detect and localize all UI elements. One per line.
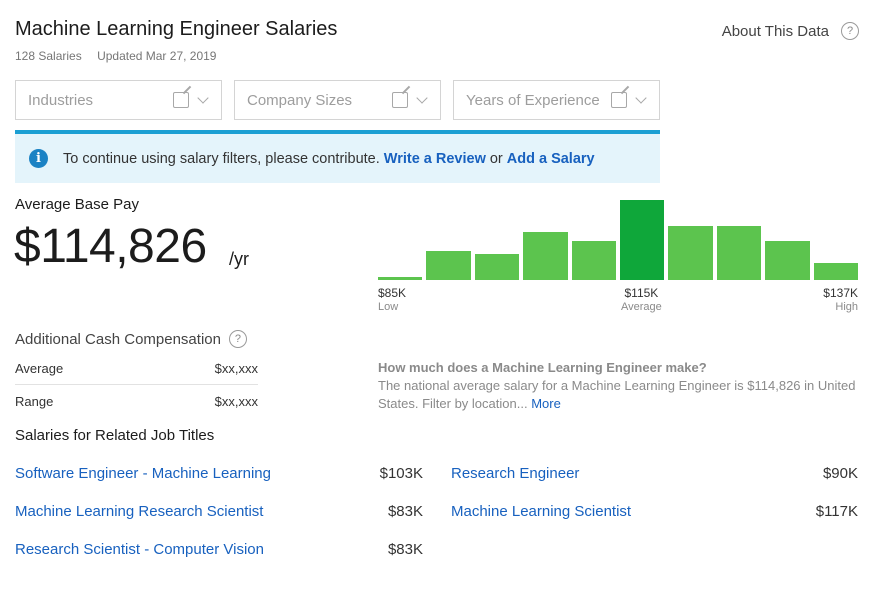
related-job-link[interactable]: Software Engineer - Machine Learning — [15, 465, 271, 482]
histogram-low: $85K Low — [378, 286, 406, 313]
how-much-section: How much does a Machine Learning Enginee… — [378, 359, 858, 413]
histogram-bar — [765, 240, 810, 280]
histogram-bar — [668, 226, 713, 280]
info-icon: i — [29, 149, 48, 168]
filter-years-experience[interactable]: Years of Experience — [453, 80, 660, 120]
help-icon[interactable]: ? — [841, 22, 859, 40]
about-data-link[interactable]: About This Data ? — [722, 22, 859, 40]
filter-years-experience-label: Years of Experience — [466, 91, 600, 109]
updated-date: Updated Mar 27, 2019 — [97, 49, 217, 63]
filter-company-sizes-label: Company Sizes — [247, 91, 353, 109]
additional-comp-range-row: Range $xx,xxx — [15, 394, 258, 409]
additional-comp-label: Additional Cash Compensation — [15, 330, 221, 348]
filter-company-sizes[interactable]: Company Sizes — [234, 80, 441, 120]
histogram-low-value: $85K — [378, 286, 407, 300]
page-subtitle: 128 Salaries Updated Mar 27, 2019 — [15, 49, 216, 63]
additional-comp-title: Additional Cash Compensation ? — [15, 330, 247, 348]
histogram-bar — [571, 240, 616, 280]
related-job-link[interactable]: Machine Learning Research Scientist — [15, 503, 263, 520]
contribute-banner: i To continue using salary filters, plea… — [15, 130, 660, 183]
histogram-bar — [474, 254, 520, 280]
related-job-pay: $83K — [387, 503, 423, 520]
how-much-question: How much does a Machine Learning Enginee… — [378, 360, 707, 375]
additional-comp-average-row: Average $xx,xxx — [15, 361, 258, 376]
histogram-high: $137K High — [823, 286, 858, 313]
banner-text: To continue using salary filters, please… — [63, 150, 380, 167]
filter-industries-label: Industries — [28, 91, 94, 109]
histogram-bar — [426, 251, 471, 280]
related-job-link[interactable]: Machine Learning Scientist — [451, 503, 631, 520]
banner-or: or — [489, 150, 503, 167]
average-base-pay-unit: /yr — [229, 249, 249, 269]
filter-industries[interactable]: Industries — [15, 80, 222, 120]
histogram-low-label: Low — [378, 301, 399, 313]
additional-comp-average-value: $xx,xxx — [214, 361, 258, 376]
about-data-label[interactable]: About This Data — [722, 23, 829, 40]
histogram-high-value: $137K — [823, 286, 858, 300]
additional-comp-range-value: $xx,xxx — [214, 394, 258, 409]
histogram-average: $115K Average — [621, 286, 662, 313]
average-base-pay-label: Average Base Pay — [15, 196, 139, 213]
salaries-count: 128 Salaries — [15, 49, 82, 63]
histogram-bar — [523, 232, 568, 280]
additional-comp-range-label: Range — [15, 394, 54, 409]
histogram-bar — [716, 226, 762, 280]
related-titles-heading: Salaries for Related Job Titles — [15, 427, 215, 444]
related-job-pay: $103K — [379, 465, 423, 482]
histogram-bar — [813, 263, 858, 280]
histogram-average-label: Average — [621, 301, 662, 313]
add-salary-link[interactable]: Add a Salary — [507, 151, 595, 167]
average-base-pay-value: $114,826 — [14, 220, 207, 273]
related-job-link[interactable]: Research Scientist - Computer Vision — [15, 541, 264, 558]
related-job-pay: $117K — [815, 503, 858, 520]
related-job-link[interactable]: Research Engineer — [451, 465, 579, 482]
edit-icon — [173, 92, 189, 108]
chevron-down-icon — [416, 91, 428, 104]
chevron-down-icon — [635, 91, 647, 104]
more-link[interactable]: More — [531, 396, 561, 411]
edit-icon — [611, 92, 627, 108]
chevron-down-icon — [197, 91, 209, 104]
divider — [15, 384, 258, 385]
related-job-pay: $90K — [822, 465, 858, 482]
help-icon[interactable]: ? — [228, 330, 247, 348]
page-title: Machine Learning Engineer Salaries — [15, 18, 338, 40]
histogram-high-label: High — [835, 301, 858, 313]
write-review-link[interactable]: Write a Review — [384, 151, 486, 167]
edit-icon — [392, 92, 408, 108]
related-job-pay: $83K — [387, 541, 423, 558]
histogram-average-value: $115K — [624, 286, 659, 300]
additional-comp-average-label: Average — [15, 361, 64, 376]
salary-histogram — [378, 196, 858, 280]
how-much-answer: The national average salary for a Machin… — [378, 378, 856, 411]
histogram-bar-average — [620, 200, 665, 280]
histogram-bar — [378, 276, 423, 280]
